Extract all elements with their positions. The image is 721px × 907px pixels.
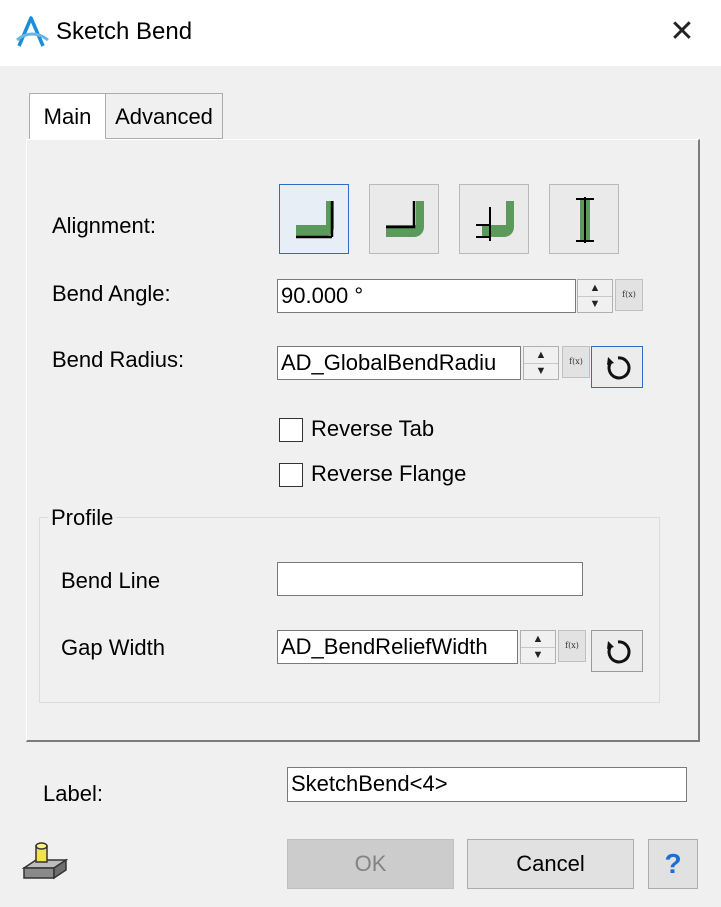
bend-radius-label: Bend Radius: (52, 347, 185, 372)
bend-angle-spinner[interactable]: ▲ ▼ (577, 279, 613, 313)
gap-width-label: Gap Width (61, 635, 165, 660)
gap-width-input[interactable]: AD_BendReliefWidth (277, 630, 518, 664)
spin-down-icon[interactable]: ▼ (521, 647, 555, 663)
spin-down-icon[interactable]: ▼ (524, 363, 558, 379)
align-centered-button[interactable] (549, 184, 619, 254)
reverse-flange-checkbox[interactable] (279, 463, 303, 487)
bend-radius-fx-button[interactable]: f(x) (562, 346, 590, 378)
spin-down-icon[interactable]: ▼ (578, 296, 612, 312)
reverse-tab-label[interactable]: Reverse Tab (311, 416, 434, 442)
align-inside-button[interactable] (369, 184, 439, 254)
help-icon: ? (664, 848, 682, 879)
tab-main[interactable]: Main (29, 93, 106, 139)
spin-up-icon[interactable]: ▲ (524, 347, 558, 363)
reset-icon (607, 356, 631, 380)
spin-up-icon[interactable]: ▲ (521, 631, 555, 647)
ok-button[interactable]: OK (287, 839, 454, 889)
profile-group-title: Profile (48, 505, 117, 531)
bend-line-label: Bend Line (61, 568, 161, 593)
profile-groupbox (39, 517, 660, 703)
altair-logo-icon (14, 14, 50, 50)
help-button[interactable]: ? (648, 839, 698, 889)
reset-icon (607, 640, 631, 664)
bend-angle-input[interactable]: 90.000 ° (277, 279, 576, 313)
align-inside-icon (386, 201, 424, 237)
align-offset-icon (476, 201, 514, 241)
align-centered-icon (576, 197, 594, 243)
reverse-tab-checkbox[interactable] (279, 418, 303, 442)
reverse-flange-label[interactable]: Reverse Flange (311, 461, 466, 487)
bend-line-input[interactable] (277, 562, 583, 596)
label-input[interactable]: SketchBend<4> (287, 767, 687, 802)
close-icon: ✕ (669, 15, 695, 48)
tab-advanced[interactable]: Advanced (106, 93, 223, 139)
align-outside-button[interactable] (279, 184, 349, 254)
gap-width-fx-button[interactable]: f(x) (558, 630, 586, 662)
part-icon (21, 840, 69, 882)
bend-angle-fx-button[interactable]: f(x) (615, 279, 643, 311)
bend-angle-label: Bend Angle: (52, 281, 171, 306)
alignment-label: Alignment: (52, 213, 156, 238)
bend-radius-spinner[interactable]: ▲ ▼ (523, 346, 559, 380)
gap-width-reset-button[interactable] (591, 630, 643, 672)
gap-width-spinner[interactable]: ▲ ▼ (520, 630, 556, 664)
cancel-button[interactable]: Cancel (467, 839, 634, 889)
close-button[interactable]: ✕ (664, 14, 700, 50)
bend-radius-reset-button[interactable] (591, 346, 643, 388)
align-outside-icon (296, 201, 334, 239)
bend-radius-input[interactable]: AD_GlobalBendRadiu (277, 346, 521, 380)
align-offset-button[interactable] (459, 184, 529, 254)
window-title: Sketch Bend (56, 18, 193, 45)
label-field-label: Label: (43, 781, 103, 806)
spin-up-icon[interactable]: ▲ (578, 280, 612, 296)
